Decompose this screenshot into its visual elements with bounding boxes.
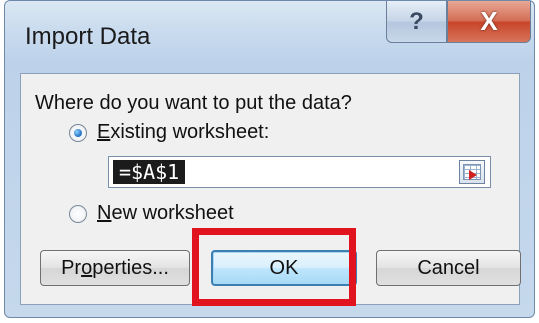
close-icon: X	[480, 6, 498, 36]
range-input[interactable]: =$A$1	[113, 160, 186, 184]
arrow-icon	[469, 170, 477, 180]
question-label: Where do you want to put the data?	[35, 92, 352, 114]
radio-icon[interactable]	[69, 204, 87, 223]
properties-label: Properties...	[61, 256, 169, 279]
cancel-label: Cancel	[417, 256, 480, 279]
ok-highlight-annotation	[192, 228, 356, 306]
radio-icon[interactable]	[69, 123, 87, 142]
existing-worksheet-label: Existing worksheet:	[97, 121, 270, 143]
title-bar: Import Data ? X	[5, 1, 534, 73]
existing-worksheet-option[interactable]: Existing worksheet:	[69, 121, 269, 144]
new-worksheet-label: New worksheet	[97, 202, 234, 224]
collapse-dialog-button[interactable]	[459, 160, 485, 184]
new-worksheet-option[interactable]: New worksheet	[69, 202, 234, 225]
close-button[interactable]: X	[447, 1, 531, 43]
dialog-title: Import Data	[25, 23, 151, 50]
cancel-button[interactable]: Cancel	[376, 250, 521, 286]
help-icon: ?	[409, 7, 424, 35]
properties-button[interactable]: Properties...	[40, 250, 190, 286]
help-button[interactable]: ?	[386, 1, 447, 43]
range-field[interactable]: =$A$1	[108, 156, 491, 188]
